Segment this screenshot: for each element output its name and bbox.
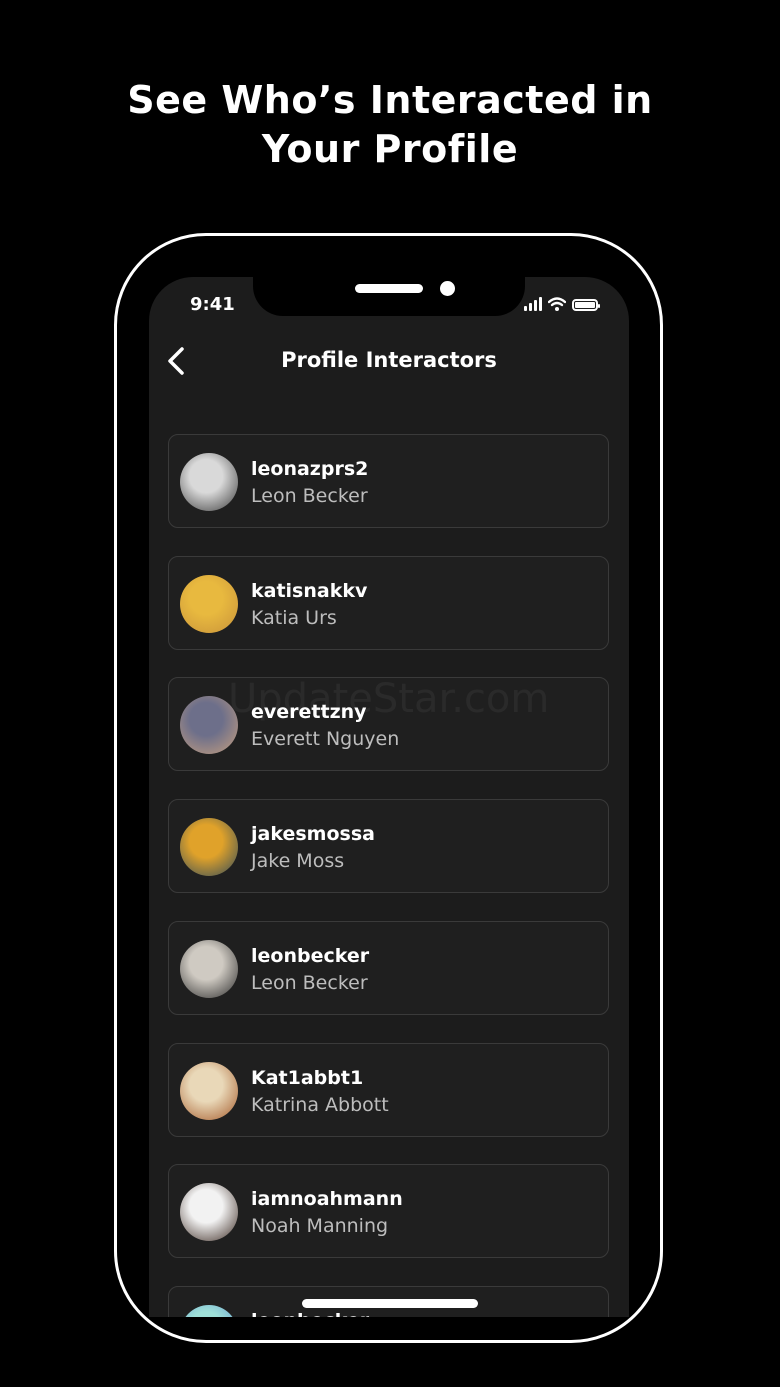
- interactor-card[interactable]: leonazprs2 Leon Becker: [168, 434, 609, 528]
- avatar[interactable]: [180, 940, 238, 998]
- home-indicator[interactable]: [302, 1299, 478, 1308]
- avatar[interactable]: [180, 575, 238, 633]
- interactor-username: katisnakkv: [251, 580, 368, 602]
- interactor-full-name: Jake Moss: [251, 850, 345, 872]
- interactor-full-name: Leon Becker: [251, 485, 368, 507]
- headline-line-1: See Who’s Interacted in: [127, 78, 653, 122]
- interactor-username: Kat1abbt1: [251, 1067, 364, 1089]
- interactor-username: leonbecker: [251, 945, 370, 967]
- phone-screen: leonazprs2 Leon Becker katisnakkv Katia Urs…: [149, 277, 629, 1317]
- interactor-card[interactable]: iamnoahmann Noah Manning: [168, 1164, 609, 1258]
- interactor-full-name: Katia Urs: [251, 607, 337, 629]
- page-title: Profile Interactors: [281, 348, 497, 372]
- interactor-card[interactable]: Kat1abbt1 Katrina Abbott: [168, 1043, 609, 1137]
- interactor-username: everettzny: [251, 701, 367, 723]
- interactor-username: leonazprs2: [251, 458, 369, 480]
- avatar[interactable]: [180, 696, 238, 754]
- front-camera: [440, 281, 455, 296]
- speaker-grille: [355, 284, 423, 293]
- avatar[interactable]: [180, 453, 238, 511]
- interactor-username: iamnoahmann: [251, 1188, 403, 1210]
- headline-line-2: Your Profile: [261, 127, 519, 171]
- avatar[interactable]: [180, 818, 238, 876]
- interactor-full-name: Everett Nguyen: [251, 728, 400, 750]
- headline: See Who’s Interacted in Your Profile: [0, 76, 780, 174]
- wifi-icon: [548, 297, 566, 311]
- interactor-full-name: Katrina Abbott: [251, 1094, 389, 1116]
- interactor-card[interactable]: everettzny Everett Nguyen: [168, 677, 609, 771]
- interactor-username: jakesmossa: [251, 823, 375, 845]
- interactor-username: leonbecker: [251, 1310, 369, 1317]
- interactor-full-name: Noah Manning: [251, 1215, 389, 1237]
- interactor-card[interactable]: katisnakkv Katia Urs: [168, 556, 609, 650]
- avatar[interactable]: [180, 1183, 238, 1241]
- interactor-card[interactable]: leonbecker Leon Becker: [168, 921, 609, 1015]
- avatar[interactable]: [180, 1305, 238, 1317]
- avatar[interactable]: [180, 1062, 238, 1120]
- status-time: 9:41: [190, 294, 235, 315]
- status-icons: [524, 297, 600, 311]
- interactor-full-name: Leon Becker: [251, 972, 368, 994]
- battery-icon: [572, 299, 600, 311]
- interactor-card[interactable]: jakesmossa Jake Moss: [168, 799, 609, 893]
- cellular-signal-icon: [524, 297, 542, 311]
